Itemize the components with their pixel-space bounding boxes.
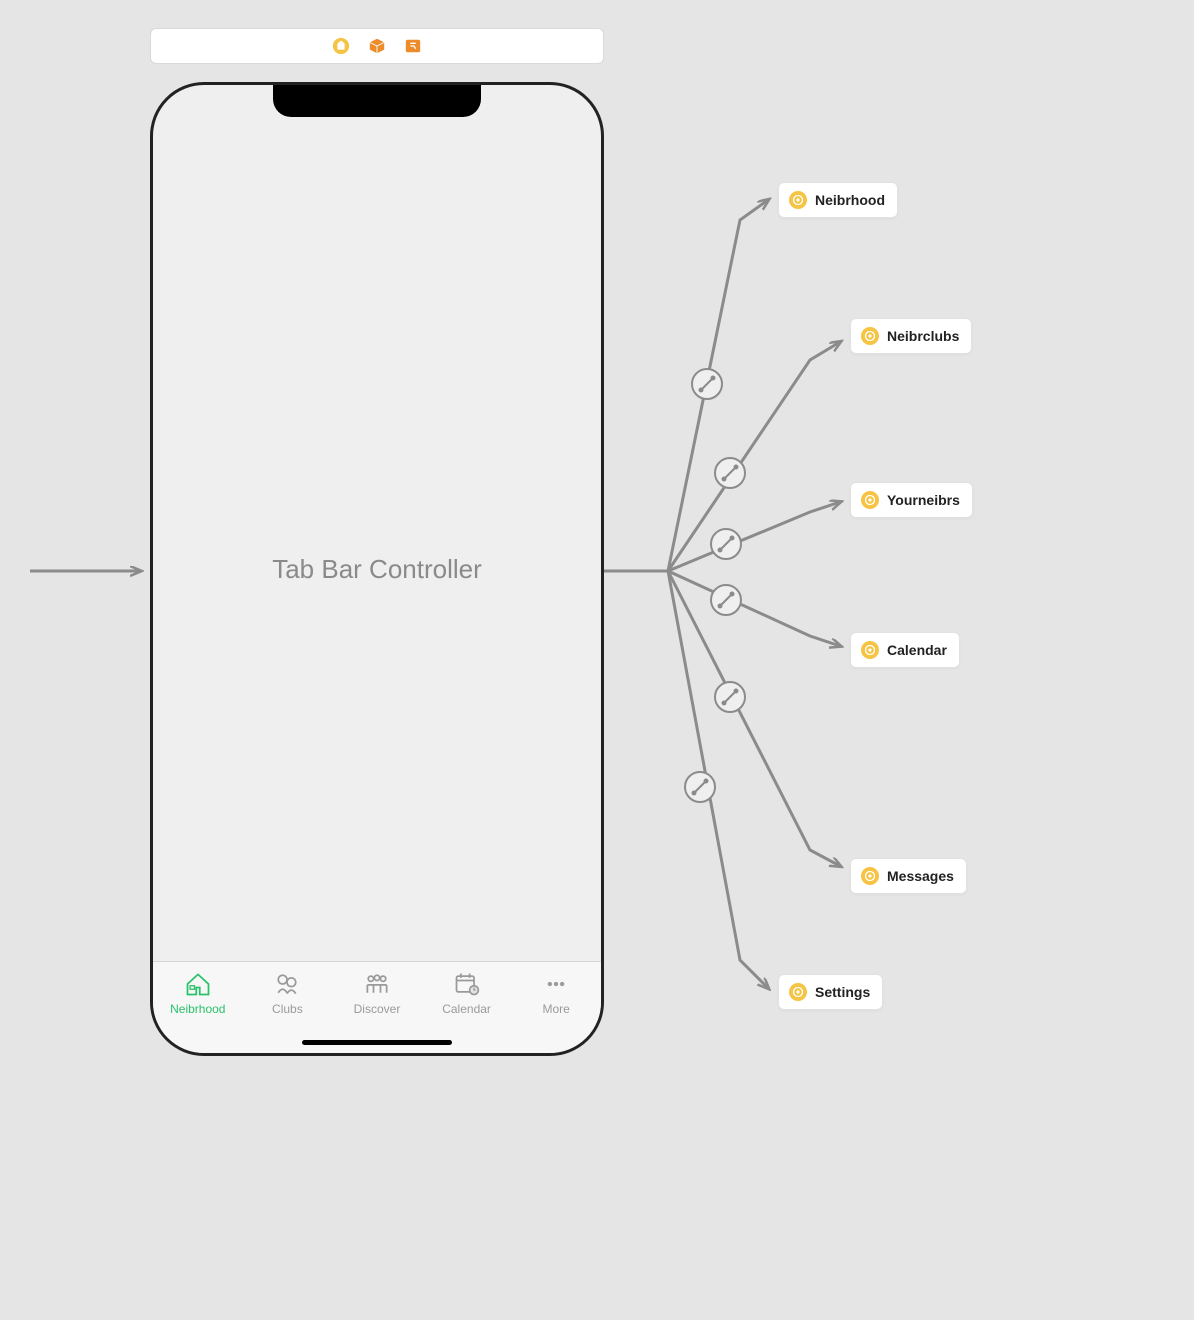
- destination-label: Settings: [815, 984, 870, 1000]
- home-indicator: [302, 1040, 452, 1045]
- tab-label: Neibrhood: [170, 1002, 225, 1016]
- scene-toolbar: [150, 28, 604, 64]
- destination-label: Neibrclubs: [887, 328, 959, 344]
- ellipsis-icon: [541, 970, 571, 998]
- tab-bar: Neibrhood Clubs Discover: [153, 961, 601, 1053]
- storyboard-scene-icon[interactable]: [332, 37, 350, 55]
- people-icon: [362, 970, 392, 998]
- tab-item-discover[interactable]: Discover: [337, 970, 417, 1016]
- viewcontroller-icon: [861, 491, 879, 509]
- scene-title: Tab Bar Controller: [272, 554, 482, 585]
- group-icon: [272, 970, 302, 998]
- viewcontroller-icon: [789, 191, 807, 209]
- tab-label: More: [543, 1002, 570, 1016]
- destination-yourneibrs[interactable]: Yourneibrs: [850, 482, 973, 518]
- tab-label: Calendar: [442, 1002, 491, 1016]
- destination-calendar[interactable]: Calendar: [850, 632, 960, 668]
- tab-label: Clubs: [272, 1002, 303, 1016]
- tab-item-neibrhood[interactable]: Neibrhood: [158, 970, 238, 1016]
- tab-item-clubs[interactable]: Clubs: [247, 970, 327, 1016]
- viewcontroller-icon: [789, 983, 807, 1001]
- destination-neibrclubs[interactable]: Neibrclubs: [850, 318, 972, 354]
- calendar-icon: [452, 970, 482, 998]
- destination-settings[interactable]: Settings: [778, 974, 883, 1010]
- viewcontroller-icon: [861, 641, 879, 659]
- destination-label: Yourneibrs: [887, 492, 960, 508]
- destination-neibrhood[interactable]: Neibrhood: [778, 182, 898, 218]
- tab-label: Discover: [354, 1002, 401, 1016]
- viewcontroller-icon: [861, 327, 879, 345]
- object-3d-icon[interactable]: [368, 37, 386, 55]
- house-icon: [183, 970, 213, 998]
- destination-label: Neibrhood: [815, 192, 885, 208]
- tab-item-calendar[interactable]: Calendar: [427, 970, 507, 1016]
- viewcontroller-icon: [861, 867, 879, 885]
- tab-bar-controller-scene[interactable]: Tab Bar Controller Neibrhood Clubs: [150, 82, 604, 1056]
- destination-label: Calendar: [887, 642, 947, 658]
- destination-label: Messages: [887, 868, 954, 884]
- segue-icon[interactable]: [404, 37, 422, 55]
- scene-canvas: Tab Bar Controller: [153, 85, 601, 1053]
- destination-messages[interactable]: Messages: [850, 858, 967, 894]
- tab-item-more[interactable]: More: [516, 970, 596, 1016]
